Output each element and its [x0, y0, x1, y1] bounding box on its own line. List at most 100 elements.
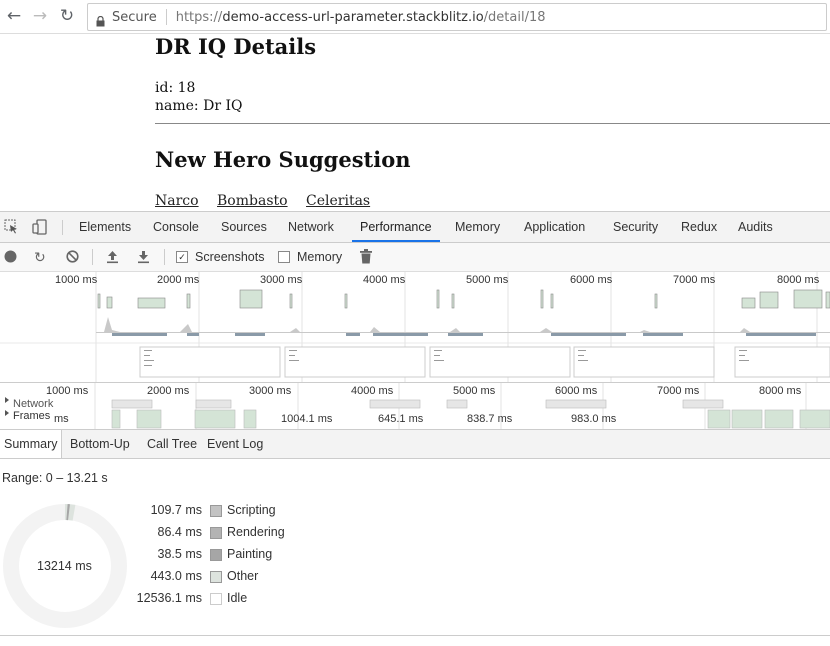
idle-name: Idle: [227, 591, 248, 605]
tab-redux[interactable]: Redux: [681, 212, 717, 242]
overview-tick: 5000 ms: [466, 274, 509, 286]
clear-icon[interactable]: [66, 250, 79, 266]
address-bar[interactable]: Secure https://demo-access-url-parameter…: [87, 3, 827, 31]
frames-track-label[interactable]: Frames: [13, 410, 50, 422]
total-time: 13214 ms: [37, 559, 92, 573]
painting-value: 38.5 ms: [157, 547, 202, 561]
frame-time: 645.1 ms: [378, 413, 424, 425]
summary-pane: Range: 0 – 13.21 s 13214 ms 109.7 ms Scr…: [0, 459, 830, 646]
summary-row-idle: 12536.1 ms Idle: [110, 591, 410, 609]
frames-prefix: ms: [54, 413, 69, 425]
overview-tick: 1000 ms: [55, 274, 98, 286]
trash-icon[interactable]: [360, 249, 372, 267]
screenshots-checkbox[interactable]: ✓: [176, 251, 188, 263]
tab-call-tree[interactable]: Call Tree: [147, 430, 197, 458]
tab-network[interactable]: Network: [288, 212, 334, 242]
tab-application[interactable]: Application: [524, 212, 585, 242]
tab-sources[interactable]: Sources: [221, 212, 267, 242]
tabbar-divider: [62, 220, 63, 235]
tab-summary[interactable]: Summary: [0, 430, 63, 458]
tab-console[interactable]: Console: [153, 212, 199, 242]
tab-memory[interactable]: Memory: [455, 212, 500, 242]
timeline-main[interactable]: 1000 ms 2000 ms 3000 ms 4000 ms 5000 ms …: [0, 383, 830, 430]
tab-bottom-up[interactable]: Bottom-Up: [70, 430, 130, 458]
secure-label: Secure: [112, 9, 157, 25]
tab-elements[interactable]: Elements: [79, 212, 131, 242]
main-tick: 4000 ms: [351, 385, 394, 397]
summary-row-other: 443.0 ms Other: [110, 569, 410, 587]
main-tick: 2000 ms: [147, 385, 190, 397]
timeline-overview[interactable]: 1000 ms 2000 ms 3000 ms 4000 ms 5000 ms …: [0, 272, 830, 383]
range-label: Range: 0 – 13.21 s: [2, 471, 108, 485]
tab-audits[interactable]: Audits: [738, 212, 773, 242]
network-track-label[interactable]: Network: [13, 398, 53, 410]
lock-icon: [96, 12, 105, 26]
toolbar-divider-2: [164, 249, 165, 265]
main-tick: 7000 ms: [657, 385, 700, 397]
reload-icon[interactable]: ↻: [57, 6, 77, 26]
other-swatch: [210, 571, 222, 583]
overview-tick: 3000 ms: [260, 274, 303, 286]
link-narco[interactable]: Narco: [155, 193, 199, 209]
rendering-name: Rendering: [227, 525, 285, 539]
overview-graph: [0, 272, 830, 382]
link-bombasto[interactable]: Bombasto: [217, 193, 288, 209]
download-icon[interactable]: [137, 250, 150, 267]
idle-swatch: [210, 593, 222, 605]
scripting-swatch: [210, 505, 222, 517]
suggestion-links: Narco Bombasto Celeritas: [155, 193, 384, 209]
overview-tick: 2000 ms: [157, 274, 200, 286]
idle-value: 12536.1 ms: [136, 591, 202, 605]
other-value: 443.0 ms: [150, 569, 202, 583]
devtools-tabbar: Elements Console Sources Network Perform…: [0, 212, 830, 243]
back-icon[interactable]: ←: [4, 6, 24, 26]
summary-row-rendering: 86.4 ms Rendering: [110, 525, 410, 543]
url-scheme: https://: [175, 9, 223, 25]
overview-tick: 8000 ms: [777, 274, 820, 286]
scripting-value: 109.7 ms: [150, 503, 202, 517]
link-celeritas[interactable]: Celeritas: [306, 193, 370, 209]
devtools-panel: Elements Console Sources Network Perform…: [0, 211, 830, 646]
scripting-name: Scripting: [227, 503, 276, 517]
painting-name: Painting: [227, 547, 273, 561]
frame-time: 1004.1 ms: [281, 413, 333, 425]
main-tick: 3000 ms: [249, 385, 292, 397]
rendering-swatch: [210, 527, 222, 539]
overview-tick: 4000 ms: [363, 274, 406, 286]
url-host: demo-access-url-parameter.stackblitz.io: [222, 9, 484, 25]
reload-profile-icon[interactable]: ↻: [34, 249, 46, 265]
main-tick: 6000 ms: [555, 385, 598, 397]
performance-toolbar: ↻ ✓ Screenshots Memory: [0, 243, 830, 272]
memory-checkbox[interactable]: [278, 251, 290, 263]
inspect-icon[interactable]: [4, 219, 19, 238]
divider: [155, 123, 830, 124]
main-tick: 5000 ms: [453, 385, 496, 397]
memory-label: Memory: [297, 250, 343, 264]
painting-swatch: [210, 549, 222, 561]
details-tabs: Summary Bottom-Up Call Tree Event Log: [0, 430, 830, 459]
rendering-value: 86.4 ms: [157, 525, 202, 539]
main-tick: 8000 ms: [759, 385, 802, 397]
summary-row-scripting: 109.7 ms Scripting: [110, 503, 410, 521]
summary-row-painting: 38.5 ms Painting: [110, 547, 410, 565]
suggestion-title: New Hero Suggestion: [155, 147, 411, 172]
frame-time: 838.7 ms: [467, 413, 513, 425]
upload-icon[interactable]: [106, 250, 119, 267]
overview-tick: 6000 ms: [570, 274, 613, 286]
main-tick: 1000 ms: [46, 385, 89, 397]
hero-id: id: 18: [155, 80, 196, 96]
tab-performance[interactable]: Performance: [352, 212, 440, 242]
frame-time: 983.0 ms: [571, 413, 617, 425]
forward-icon[interactable]: →: [30, 6, 50, 26]
detail-title: DR IQ Details: [155, 34, 317, 59]
bottom-border: [0, 635, 830, 636]
overview-tick: 7000 ms: [673, 274, 716, 286]
screenshots-label: Screenshots: [195, 250, 265, 264]
omnibox-divider: [165, 9, 167, 25]
hero-name: name: Dr IQ: [155, 98, 243, 114]
device-toggle-icon[interactable]: [32, 219, 48, 239]
url-text[interactable]: https://demo-access-url-parameter.stackb…: [176, 10, 546, 25]
tab-security[interactable]: Security: [613, 212, 658, 242]
record-icon[interactable]: [4, 250, 17, 266]
tab-event-log[interactable]: Event Log: [207, 430, 263, 458]
